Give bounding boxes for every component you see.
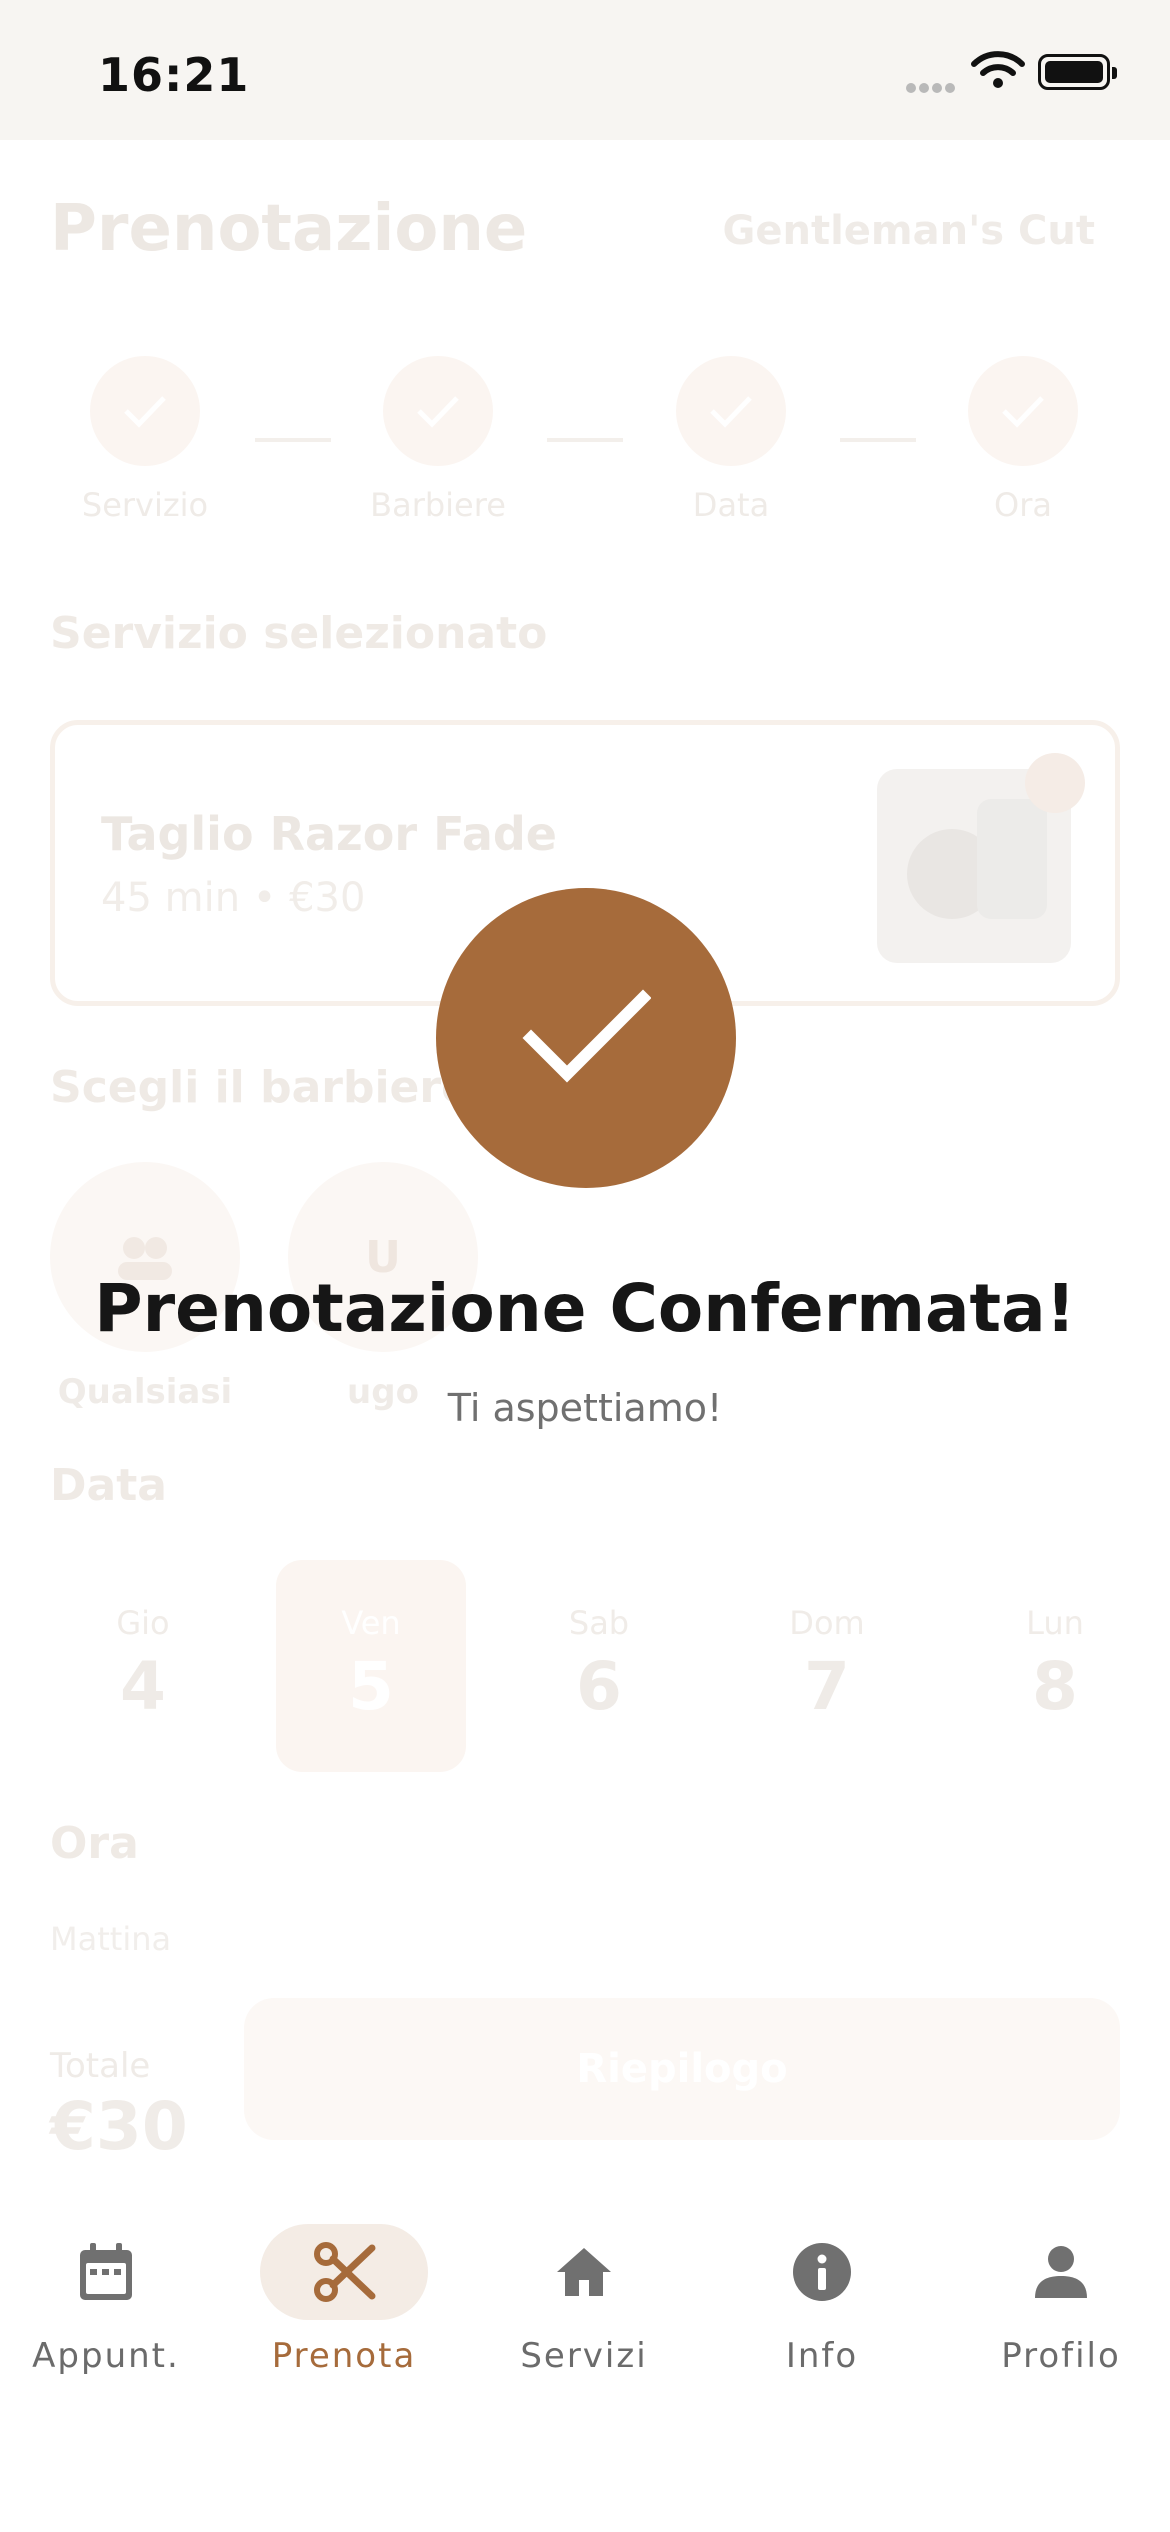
bottom-tab-bar: Appunt. Prenota Servizi Info Profilo	[0, 2200, 1170, 2532]
scissors-icon	[314, 2242, 376, 2302]
tab-prenota[interactable]: Prenota	[229, 2224, 459, 2376]
confirmation-title: Prenotazione Confermata!	[94, 1270, 1076, 1347]
confirmation-subtitle: Ti aspettiamo!	[447, 1386, 723, 1430]
info-icon	[793, 2243, 851, 2301]
person-icon	[1035, 2246, 1087, 2298]
tab-appuntamenti[interactable]: Appunt.	[0, 2224, 221, 2376]
tab-profilo[interactable]: Profilo	[946, 2224, 1170, 2376]
home-icon	[557, 2248, 611, 2296]
checkmark-icon	[436, 888, 736, 1188]
tab-label: Servizi	[520, 2336, 648, 2376]
tab-info[interactable]: Info	[707, 2224, 937, 2376]
tab-label: Prenota	[271, 2336, 417, 2376]
confirmation-overlay: Prenotazione Confermata! Ti aspettiamo!	[0, 0, 1170, 2200]
calendar-icon	[80, 2243, 132, 2300]
tab-servizi[interactable]: Servizi	[469, 2224, 699, 2376]
tab-label: Info	[785, 2336, 859, 2376]
tab-label: Profilo	[1001, 2336, 1121, 2376]
tab-label: Appunt.	[32, 2336, 180, 2376]
